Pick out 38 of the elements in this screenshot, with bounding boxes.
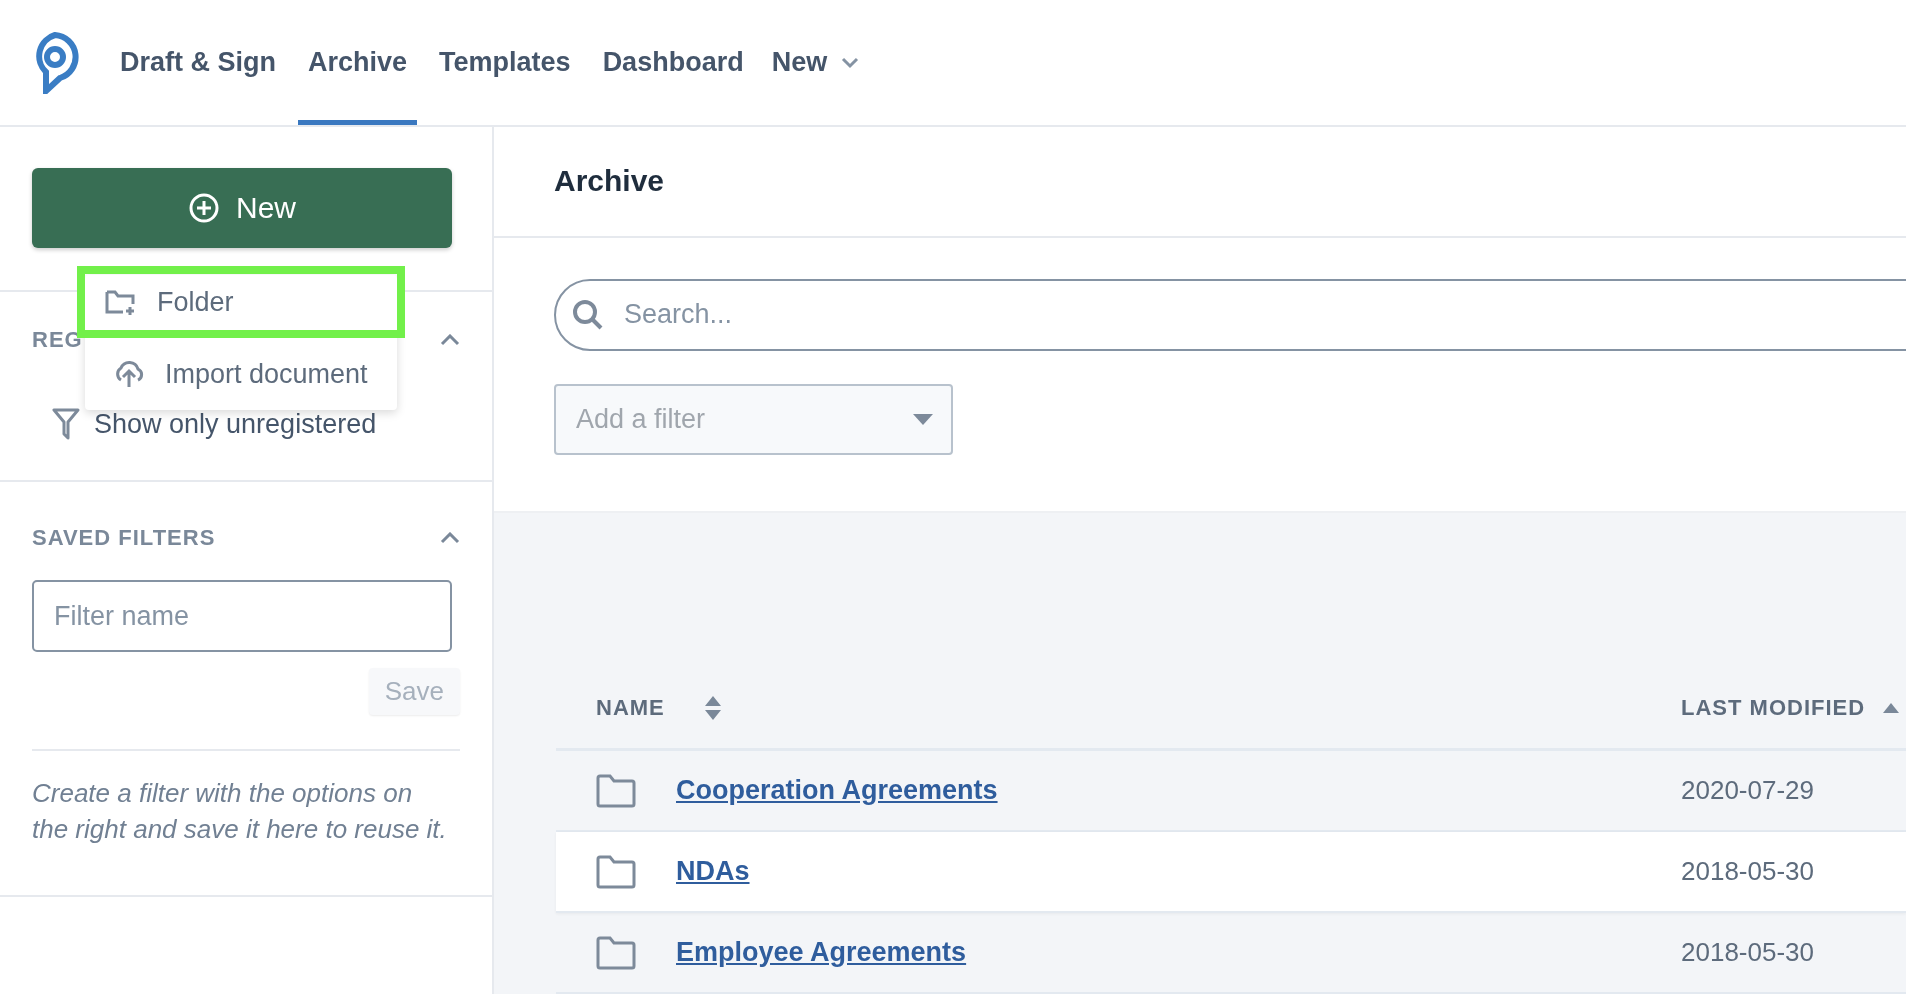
column-header[interactable]: NAME xyxy=(596,695,665,721)
folder-icon xyxy=(596,773,636,808)
date-cell-text: 2018-05-30 xyxy=(1681,937,1815,968)
table-row[interactable]: NDAs 2018-05-30 xyxy=(556,832,1906,913)
sort-ascending-icon[interactable] xyxy=(1883,703,1900,713)
filter-option[interactable]: Show only unregistered xyxy=(94,408,377,440)
chevron-down-icon xyxy=(841,56,860,69)
folder-icon xyxy=(596,935,636,970)
nav-tab[interactable]: Templates xyxy=(429,0,581,125)
date-cell-text: 2020-07-29 xyxy=(1681,775,1815,806)
page-title: Archive xyxy=(494,127,1906,238)
folder-link[interactable]: Cooperation Agreements xyxy=(676,775,998,806)
cloud-upload-icon xyxy=(113,360,145,388)
new-menu[interactable]: New xyxy=(765,0,866,125)
table-row[interactable]: Employee Agreements 2018-05-30 xyxy=(556,913,1906,994)
folder-plus-icon xyxy=(105,288,137,316)
nav-tab[interactable]: Draft & Sign xyxy=(110,0,286,125)
date-cell-text: 2018-05-30 xyxy=(1681,856,1815,887)
plus-circle-icon xyxy=(188,192,220,224)
chevron-icon[interactable] xyxy=(440,334,460,346)
nav-tab[interactable]: Dashboard xyxy=(592,0,754,125)
folder-link[interactable]: Employee Agreements xyxy=(676,937,967,968)
column-header[interactable]: LAST MODIFIED xyxy=(1681,695,1866,721)
menu-item[interactable]: Import document xyxy=(85,338,397,410)
filter-name-field[interactable]: Filter name xyxy=(32,580,452,652)
chevron-icon[interactable] xyxy=(440,532,460,544)
menu-item[interactable]: Folder xyxy=(77,266,405,338)
sort-icon[interactable] xyxy=(704,696,721,720)
search-icon xyxy=(572,298,604,331)
section-title: SAVED FILTERS xyxy=(32,525,216,551)
search-field[interactable]: Search... xyxy=(554,278,1906,351)
folder-link[interactable]: NDAs xyxy=(676,856,750,887)
folder-icon xyxy=(596,854,636,889)
hint-text: Create a filter with the options on the right and save it here to reuse it. xyxy=(32,777,448,846)
caret-icon xyxy=(913,413,933,425)
nav-tab[interactable]: Archive xyxy=(298,0,418,125)
new-button[interactable]: New xyxy=(32,168,452,248)
filter-icon xyxy=(52,408,80,440)
